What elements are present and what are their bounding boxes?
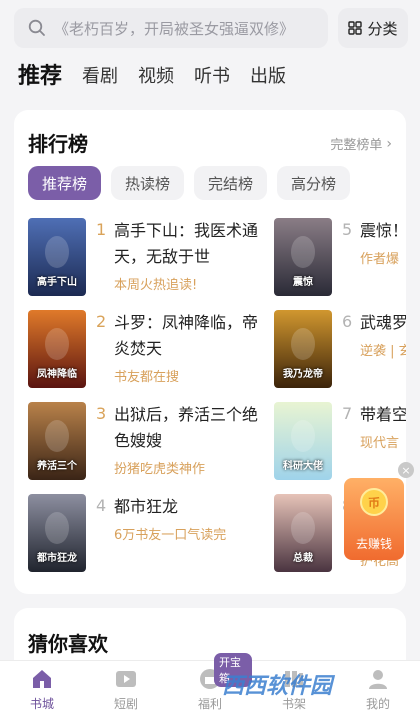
cover-title: 都市狂龙 (37, 553, 77, 564)
ranking-item[interactable]: 养活三个 3 出狱后，养活三个绝色嫂嫂扮猪吃虎类神作 (28, 402, 278, 480)
chip-hot[interactable]: 热读榜 (111, 166, 185, 200)
tab-video[interactable]: 视频 (138, 62, 174, 92)
chip-finished[interactable]: 完结榜 (194, 166, 268, 200)
book-cover[interactable]: 科研大佬 (274, 402, 332, 480)
ranking-item[interactable]: 科研大佬 7 带着空科研大现代言 (274, 402, 406, 480)
grid-icon (348, 21, 363, 35)
close-icon[interactable]: × (398, 462, 414, 478)
book-tag: 扮猪吃虎类神作 (114, 462, 206, 477)
search-placeholder: 《老朽百岁，开局被圣女强逼双修》 (54, 19, 295, 38)
bottom-nav: 书城 短剧 开宝箱 福利 书架 我的 (0, 653, 420, 717)
book-title: 带着空科研大 (360, 405, 406, 424)
nav-short-drama[interactable]: 短剧 (84, 661, 168, 717)
cover-title: 养活三个 (37, 461, 77, 472)
category-label: 分类 (367, 19, 398, 38)
profile-icon (365, 666, 391, 692)
book-title: 高手下山：我医术通天，无敌于世 (114, 221, 259, 266)
nav-label: 福利 (197, 697, 222, 711)
cover-title: 高手下山 (37, 277, 77, 288)
rank-number: 6 (342, 312, 353, 331)
chip-high-score[interactable]: 高分榜 (277, 166, 351, 200)
book-title: 斗罗：凤神降临，帝炎焚天 (114, 313, 259, 358)
search-input[interactable]: 《老朽百岁，开局被圣女强逼双修》 (14, 8, 328, 48)
book-tag: 6万书友一口气读完 (114, 528, 227, 543)
book-cover[interactable]: 凤神降临 (28, 310, 86, 388)
nav-label: 书城 (29, 697, 54, 711)
book-cover[interactable]: 我乃龙帝 (274, 310, 332, 388)
watermark-logo: 西西软件园 (222, 668, 332, 700)
tab-audiobook[interactable]: 听书 (194, 62, 230, 92)
rank-number: 5 (342, 220, 353, 239)
cover-title: 科研大佬 (283, 461, 323, 472)
home-icon (29, 666, 55, 692)
book-cover[interactable]: 养活三个 (28, 402, 86, 480)
book-tag: 本周火热追读! (114, 278, 198, 293)
earn-label: 去赚钱 (355, 537, 392, 551)
ranking-title: 排行榜 (28, 132, 88, 156)
category-button[interactable]: 分类 (338, 8, 408, 48)
tab-recommend[interactable]: 推荐 (18, 62, 62, 92)
guess-title: 猜你喜欢 (28, 632, 108, 656)
watermark-text: 西西软件园 (222, 674, 333, 699)
book-cover[interactable]: 总裁 (274, 494, 332, 572)
cover-title: 震惊 (293, 277, 313, 288)
top-tabs: 推荐 看剧 视频 听书 出版 (18, 62, 286, 92)
cover-title: 总裁 (293, 553, 313, 564)
tab-drama[interactable]: 看剧 (82, 62, 118, 92)
rank-number: 1 (96, 220, 107, 239)
book-cover[interactable]: 都市狂龙 (28, 494, 86, 572)
rank-number: 2 (96, 312, 107, 331)
ranking-item[interactable]: 震惊 5 震惊！人是京作者爆 (274, 218, 406, 296)
full-list-label: 完整榜单 (330, 138, 383, 153)
book-tag: 作者爆 (360, 252, 400, 267)
play-icon (113, 666, 139, 692)
cover-title: 凤神降临 (37, 369, 77, 380)
book-title: 武魂罗龙帝临 (360, 313, 406, 332)
book-tag: 逆袭 | 玄 (360, 344, 406, 359)
nav-label: 短剧 (113, 697, 138, 711)
book-cover[interactable]: 高手下山 (28, 218, 86, 296)
nav-label: 我的 (365, 697, 390, 711)
ranking-item[interactable]: 我乃龙帝 6 武魂罗龙帝临逆袭 | 玄 (274, 310, 406, 388)
chip-recommend[interactable]: 推荐榜 (28, 166, 102, 200)
book-tag: 书友都在搜 (114, 370, 180, 385)
book-cover[interactable]: 震惊 (274, 218, 332, 296)
book-tag: 现代言 (360, 436, 400, 451)
book-title: 出狱后，养活三个绝色嫂嫂 (114, 405, 259, 450)
ranking-chips: 推荐榜 热读榜 完结榜 高分榜 (28, 166, 351, 200)
search-icon (28, 19, 45, 36)
ranking-item[interactable]: 都市狂龙 4 都市狂龙 6万书友一口气读完 (28, 494, 278, 572)
book-title: 都市狂龙 (114, 497, 179, 516)
book-title: 震惊！人是京 (360, 221, 406, 240)
nav-profile[interactable]: 我的 (336, 661, 420, 717)
chevron-right-icon: › (386, 135, 392, 152)
rank-number: 3 (96, 404, 107, 423)
nav-bookstore[interactable]: 书城 (0, 661, 84, 717)
earn-money-widget[interactable]: 币 去赚钱 (344, 478, 404, 560)
cover-title: 我乃龙帝 (283, 369, 323, 380)
guess-card: 猜你喜欢 (14, 608, 406, 668)
rank-number: 7 (342, 404, 353, 423)
coin-icon: 币 (360, 488, 388, 516)
tab-publishing[interactable]: 出版 (250, 62, 286, 92)
full-list-link[interactable]: 完整榜单 › (330, 134, 392, 154)
rank-number: 4 (96, 496, 107, 515)
ranking-item[interactable]: 凤神降临 2 斗罗：凤神降临，帝炎焚天书友都在搜 (28, 310, 278, 388)
ranking-item[interactable]: 高手下山 1 高手下山：我医术通天，无敌于世本周火热追读! (28, 218, 278, 296)
